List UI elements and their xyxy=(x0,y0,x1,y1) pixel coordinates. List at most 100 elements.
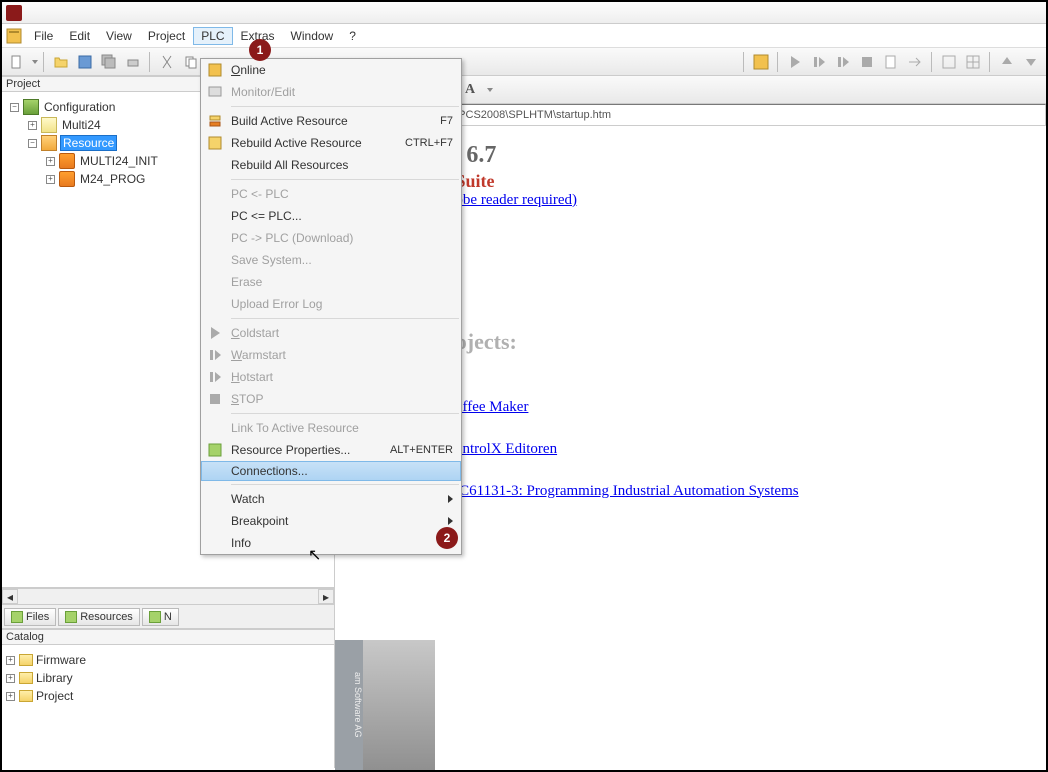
save-button[interactable] xyxy=(74,51,96,73)
catalog-item[interactable]: Project xyxy=(36,689,73,703)
menu-item-resource-properties[interactable]: Resource Properties...ALT+ENTER xyxy=(201,439,461,461)
shortcut: F7 xyxy=(440,115,453,127)
run-button[interactable] xyxy=(784,51,806,73)
up-button[interactable] xyxy=(996,51,1018,73)
menu-file[interactable]: File xyxy=(26,27,61,45)
menu-item-label: Rebuild All Resources xyxy=(229,158,453,172)
menu-item-rebuild-all-resources[interactable]: Rebuild All Resources xyxy=(201,154,461,176)
new-doc-button[interactable] xyxy=(6,51,28,73)
print-button[interactable] xyxy=(122,51,144,73)
menu-item-label: Online xyxy=(229,63,453,77)
expand-icon[interactable]: + xyxy=(28,121,37,130)
menu-item-upload-error-log: Upload Error Log xyxy=(201,293,461,315)
expand-icon[interactable]: + xyxy=(6,656,15,665)
menubar: FileEditViewProjectPLCExtrasWindow? xyxy=(2,24,1046,48)
app-node-icon xyxy=(41,117,57,133)
font-button[interactable]: A xyxy=(459,79,481,101)
menu-item-label: PC <- PLC xyxy=(229,187,453,201)
warm-icon xyxy=(201,347,229,363)
plc-connect-button[interactable] xyxy=(750,51,772,73)
play-icon xyxy=(201,325,229,341)
expand-icon[interactable]: − xyxy=(28,139,37,148)
submenu-arrow-icon xyxy=(448,517,453,525)
menu-item-label: PC <= PLC... xyxy=(229,209,453,223)
menu-item-label: Erase xyxy=(229,275,453,289)
expand-icon[interactable]: + xyxy=(46,157,55,166)
catalog-item[interactable]: Library xyxy=(36,671,73,685)
expand-icon[interactable]: − xyxy=(10,103,19,112)
branding-image: am Software AG xyxy=(335,640,435,770)
menu-item-monitor-edit: Monitor/Edit xyxy=(201,81,461,103)
catalog-tree[interactable]: + Firmware + Library + Project xyxy=(2,645,334,768)
goto-button[interactable] xyxy=(904,51,926,73)
tree-resource[interactable]: Resource xyxy=(60,135,117,151)
menu-plc[interactable]: PLC xyxy=(193,27,232,45)
hot-icon xyxy=(201,369,229,385)
menu-item-erase: Erase xyxy=(201,271,461,293)
menu-item-label: Info xyxy=(229,536,448,550)
titlebar xyxy=(2,2,1046,24)
expand-icon[interactable]: + xyxy=(6,674,15,683)
tab-n[interactable]: N xyxy=(142,608,179,626)
save-all-button[interactable] xyxy=(98,51,120,73)
tree-app[interactable]: Multi24 xyxy=(60,118,103,132)
menu-item-save-system: Save System... xyxy=(201,249,461,271)
menu-item-breakpoint[interactable]: Breakpoint xyxy=(201,510,461,532)
menu-item-info[interactable]: Info xyxy=(201,532,461,554)
window-button[interactable] xyxy=(938,51,960,73)
menu-item-label: Connections... xyxy=(229,464,453,478)
open-folder-button[interactable] xyxy=(50,51,72,73)
doc-button[interactable] xyxy=(880,51,902,73)
build-icon xyxy=(201,113,229,129)
menu-item-stop: STOP xyxy=(201,388,461,410)
menu-edit[interactable]: Edit xyxy=(61,27,98,45)
menu-item-pc-plc[interactable]: PC <= PLC... xyxy=(201,205,461,227)
menu-item-label: Monitor/Edit xyxy=(229,85,453,99)
sample-item: Coffee Maker xyxy=(409,389,1022,425)
menu-project[interactable]: Project xyxy=(140,27,193,45)
rebuild-icon xyxy=(201,135,229,151)
sample-item: IEC61131-3: Programming Industrial Autom… xyxy=(409,473,1022,509)
cursor-icon: ↖ xyxy=(308,545,321,565)
program-icon xyxy=(59,153,75,169)
menu-item-label: Upload Error Log xyxy=(229,297,453,311)
expand-icon[interactable]: + xyxy=(6,692,15,701)
copy-button[interactable] xyxy=(180,51,202,73)
menu-item-watch[interactable]: Watch xyxy=(201,488,461,510)
step-button[interactable] xyxy=(808,51,830,73)
resource-icon xyxy=(41,135,57,151)
openpcs-icon xyxy=(6,28,22,44)
catalog-item[interactable]: Firmware xyxy=(36,653,86,667)
tab-files[interactable]: Files xyxy=(4,608,56,626)
tree-prog2[interactable]: M24_PROG xyxy=(78,172,147,186)
step-over-button[interactable] xyxy=(832,51,854,73)
menu-window[interactable]: Window xyxy=(283,27,342,45)
menu-item-label: Save System... xyxy=(229,253,453,267)
scrollbar-horizontal[interactable]: ◂▸ xyxy=(2,588,334,604)
sample-link[interactable]: IEC61131-3: Programming Industrial Autom… xyxy=(445,483,799,500)
expand-icon[interactable]: + xyxy=(46,175,55,184)
down-button[interactable] xyxy=(1020,51,1042,73)
grid-button[interactable] xyxy=(962,51,984,73)
menu-item-rebuild-active-resource[interactable]: Rebuild Active ResourceCTRL+F7 xyxy=(201,132,461,154)
menu-item-label: PC -> PLC (Download) xyxy=(229,231,453,245)
menu-item-label: Hotstart xyxy=(229,370,453,384)
stop-button[interactable] xyxy=(856,51,878,73)
config-icon xyxy=(23,99,39,115)
badge-1: 1 xyxy=(249,39,271,61)
cut-button[interactable] xyxy=(156,51,178,73)
props-icon xyxy=(201,442,229,458)
catalog-panel: Catalog + Firmware + Library + Project xyxy=(2,628,334,768)
menu-item-connections[interactable]: Connections... xyxy=(201,461,461,481)
catalog-title: Catalog xyxy=(2,629,334,645)
menu-item-warmstart: Warmstart xyxy=(201,344,461,366)
tree-prog1[interactable]: MULTI24_INIT xyxy=(78,154,160,168)
menu-?[interactable]: ? xyxy=(341,27,364,45)
app-icon xyxy=(6,5,22,21)
menu-item-build-active-resource[interactable]: Build Active ResourceF7 xyxy=(201,110,461,132)
menu-item-online[interactable]: Online xyxy=(201,59,461,81)
menu-item-label: Warmstart xyxy=(229,348,453,362)
tab-resources[interactable]: Resources xyxy=(58,608,140,626)
menu-view[interactable]: View xyxy=(98,27,140,45)
tree-config[interactable]: Configuration xyxy=(42,100,117,114)
